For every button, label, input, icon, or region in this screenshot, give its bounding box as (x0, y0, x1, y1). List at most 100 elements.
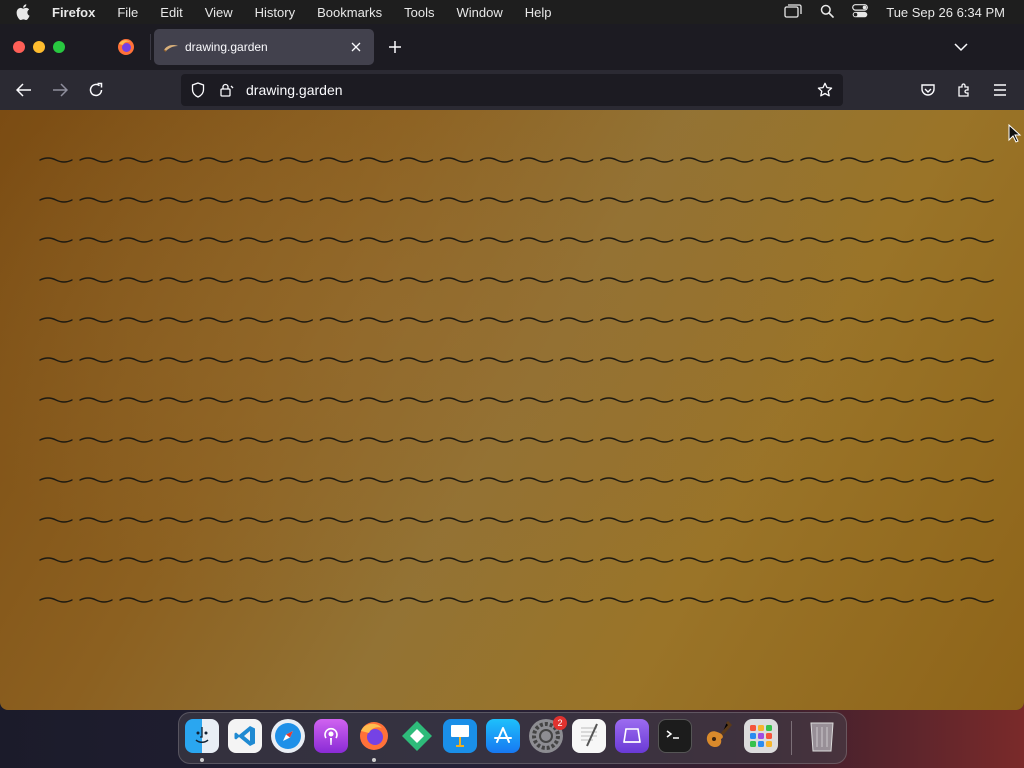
spotlight-search-icon[interactable] (820, 4, 835, 21)
keynote-icon[interactable] (443, 719, 477, 753)
window-zoom-button[interactable] (53, 41, 65, 53)
wave-stroke (880, 557, 914, 563)
new-tab-button[interactable] (384, 36, 406, 58)
wave-stroke (680, 437, 714, 443)
safari-icon[interactable] (271, 719, 305, 753)
vscode-icon[interactable] (228, 719, 262, 753)
finder-icon[interactable] (185, 719, 219, 753)
wave-stroke (760, 517, 794, 523)
wave-stroke (239, 277, 273, 283)
wave-stroke (600, 597, 634, 603)
wave-stroke (439, 517, 474, 523)
nav-toolbar: drawing.garden (0, 70, 1024, 110)
diamond-app-icon[interactable] (400, 719, 434, 753)
terminal-icon[interactable] (658, 719, 692, 753)
purple-app-icon[interactable] (615, 719, 649, 753)
podcasts-icon[interactable] (314, 719, 348, 753)
wave-stroke (960, 557, 994, 563)
wave-stroke (199, 597, 233, 603)
wave-stroke (159, 197, 193, 203)
wave-stroke (680, 517, 714, 523)
wave-stroke (439, 437, 474, 443)
wave-stroke (920, 437, 954, 443)
app-store-icon[interactable] (486, 719, 520, 753)
arrow-left-icon (16, 83, 31, 97)
wave-stroke (800, 277, 834, 283)
wave-stroke (279, 277, 313, 283)
bookmark-star-icon[interactable] (813, 78, 837, 102)
menu-help[interactable]: Help (525, 5, 552, 20)
wave-stroke (880, 437, 914, 443)
url-bar[interactable]: drawing.garden (181, 74, 843, 106)
wave-stroke (640, 437, 674, 443)
wave-stroke (760, 237, 794, 243)
wave-stroke (800, 357, 834, 363)
wave-stroke (439, 597, 474, 603)
wave-stroke (159, 437, 193, 443)
wave-stroke (239, 197, 273, 203)
menu-window[interactable]: Window (457, 5, 503, 20)
apple-menu-icon[interactable] (16, 4, 38, 20)
list-all-tabs-button[interactable] (950, 36, 972, 58)
wave-stroke (39, 557, 73, 563)
puzzle-piece-icon (958, 83, 969, 97)
wave-stroke (800, 157, 834, 163)
wave-stroke (279, 357, 313, 363)
tracking-protection-shield-icon[interactable] (188, 80, 208, 100)
tab-close-icon[interactable] (346, 37, 366, 57)
menu-bookmarks[interactable]: Bookmarks (317, 5, 382, 20)
wave-stroke (79, 157, 113, 163)
menu-file[interactable]: File (117, 5, 138, 20)
menu-bar-clock[interactable]: Tue Sep 26 6:34 PM (886, 5, 1005, 20)
menu-edit[interactable]: Edit (160, 5, 182, 20)
forward-button[interactable] (48, 78, 72, 102)
wave-stroke (680, 237, 714, 243)
guitar-icon[interactable] (701, 719, 735, 753)
pocket-button[interactable] (916, 78, 940, 102)
reload-button[interactable] (84, 78, 108, 102)
pinned-firefox-tab[interactable] (110, 32, 142, 62)
wave-stroke (79, 517, 113, 523)
app-menu-button[interactable] (988, 78, 1012, 102)
wave-stroke (39, 597, 73, 603)
extensions-button[interactable] (952, 78, 976, 102)
settings-icon[interactable]: 2 (529, 716, 567, 753)
window-minimize-button[interactable] (33, 41, 45, 53)
trash-icon[interactable] (805, 719, 839, 753)
wave-stroke (559, 237, 594, 243)
wave-stroke (840, 557, 874, 563)
wave-stroke (119, 557, 153, 563)
control-center-icon[interactable] (852, 3, 869, 21)
wave-stroke (920, 357, 954, 363)
menu-tools[interactable]: Tools (404, 5, 434, 20)
textedit-icon[interactable] (572, 719, 606, 753)
menu-view[interactable]: View (205, 5, 233, 20)
wave-stroke (319, 477, 354, 483)
wave-stroke (399, 477, 434, 483)
url-text[interactable]: drawing.garden (246, 82, 813, 98)
wave-stroke (640, 317, 674, 323)
wave-stroke (600, 437, 634, 443)
wave-stroke (840, 437, 874, 443)
wave-stroke (119, 357, 153, 363)
wave-stroke (840, 157, 874, 163)
menu-app-name[interactable]: Firefox (52, 5, 95, 20)
wave-stroke (840, 477, 874, 483)
menu-history[interactable]: History (255, 5, 295, 20)
wave-stroke (960, 197, 994, 203)
wave-stroke (800, 557, 834, 563)
wave-stroke (760, 197, 794, 203)
tab-title: drawing.garden (185, 40, 268, 54)
screen-mirroring-icon[interactable] (784, 3, 802, 21)
wave-stroke (720, 597, 754, 603)
page-canvas[interactable] (0, 110, 1024, 710)
launchpad-icon[interactable] (744, 719, 778, 753)
wave-stroke (79, 237, 113, 243)
site-lock-icon[interactable] (216, 80, 236, 100)
tab-drawing-garden[interactable]: drawing.garden (154, 29, 374, 65)
back-button[interactable] (12, 78, 36, 102)
firefox-dock-icon[interactable] (357, 719, 391, 753)
wave-stroke (519, 597, 554, 603)
window-close-button[interactable] (13, 41, 25, 53)
wave-stroke (880, 597, 914, 603)
